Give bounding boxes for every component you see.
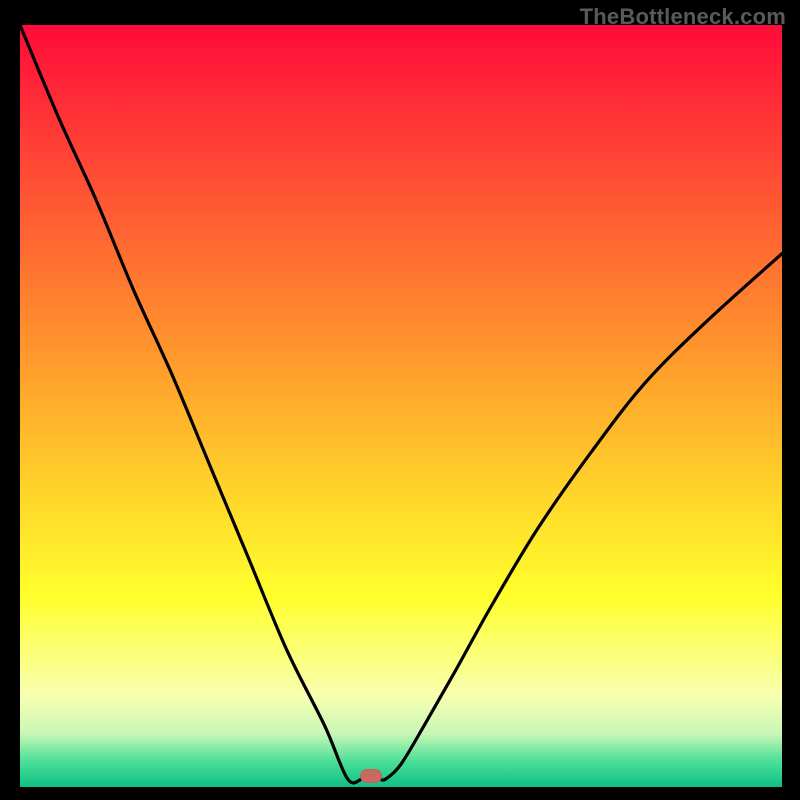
watermark-text: TheBottleneck.com — [580, 4, 786, 30]
chart-svg — [20, 25, 782, 787]
minimum-marker — [360, 769, 382, 783]
plot-area — [20, 25, 782, 787]
background-gradient — [20, 25, 782, 787]
chart-frame: TheBottleneck.com — [0, 0, 800, 800]
